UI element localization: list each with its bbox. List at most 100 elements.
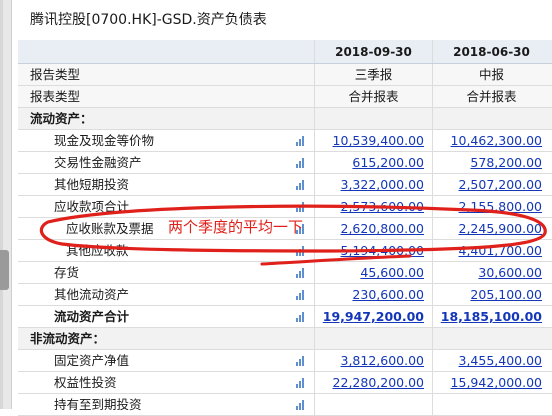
table-body: 报告类型 三季报 中报 报表类型 合并报表 合并报表 流动资产： 现金及现金等价物 10,539… — [18, 64, 552, 416]
bar-chart-icon-bar — [296, 362, 298, 366]
table-row: 固定资产净值 3,812,600.00 3,455,400.00 — [18, 350, 552, 372]
value-2018-06-30: 205,100.00 — [432, 284, 550, 305]
table-row: 应收款项合计 2,573,600.00 2,155,800.00 — [18, 196, 552, 218]
bar-chart-icon-bar — [302, 180, 304, 190]
bar-chart-icon[interactable] — [296, 180, 306, 190]
bar-chart-icon-bar — [299, 315, 301, 322]
window-title: 腾讯控股[0700.HK]-GSD.资产负债表 — [18, 0, 552, 40]
bar-chart-icon-bar — [296, 318, 298, 322]
row-label: 其他流动资产 — [54, 287, 130, 302]
bar-chart-icon-bar — [296, 208, 298, 212]
bar-chart-icon-bar — [296, 252, 298, 256]
value-2018-09-30: 45,600.00 — [314, 262, 432, 283]
value-link[interactable]: 3,322,000.00 — [341, 177, 425, 192]
value-2018-09-30: 2,620,800.00 — [314, 218, 432, 239]
table-row: 持有至到期投资 — [18, 394, 552, 416]
value-link[interactable]: 2,573,600.00 — [341, 199, 425, 214]
value-link[interactable]: 2,620,800.00 — [341, 221, 425, 236]
table-row: 交易性金融资产 615,200.00 578,200.00 — [18, 152, 552, 174]
row-label: 其他短期投资 — [54, 177, 130, 192]
bar-chart-icon-bar — [299, 161, 301, 168]
row-label: 固定资产净值 — [54, 353, 130, 368]
bar-chart-icon-bar — [296, 406, 298, 410]
value-2018-06-30: 578,200.00 — [432, 152, 550, 173]
value-link[interactable]: 5,194,400.00 — [341, 243, 425, 258]
table-header-row: 2018-09-30 2018-06-30 — [18, 40, 552, 64]
bar-chart-icon[interactable] — [296, 246, 306, 256]
value-link[interactable]: 30,600.00 — [478, 265, 542, 280]
bar-chart-icon-bar — [302, 136, 304, 146]
row-label: 交易性金融资产 — [54, 155, 142, 170]
value-link[interactable]: 4,401,700.00 — [459, 243, 543, 258]
table-row: 权益性投资 22,280,200.00 15,942,000.00 — [18, 372, 552, 394]
bar-chart-icon-bar — [299, 381, 301, 388]
row-label: 应收款项合计 — [54, 199, 130, 214]
row-label: 其他应收款 — [66, 243, 129, 258]
value-2018-06-30 — [432, 328, 550, 349]
table-row: 其他应收款 5,194,400.00 4,401,700.00 — [18, 240, 552, 262]
table-row: 非流动资产： — [18, 328, 552, 350]
table-row: 报表类型 合并报表 合并报表 — [18, 86, 552, 108]
value-link[interactable]: 18,185,100.00 — [441, 309, 542, 324]
panel-collapse-handle[interactable] — [0, 250, 9, 290]
row-label: 存货 — [54, 265, 80, 280]
bar-chart-icon-bar — [302, 268, 304, 278]
value-2018-09-30: 10,539,400.00 — [314, 130, 432, 151]
bar-chart-icon-bar — [299, 249, 301, 256]
bar-chart-icon[interactable] — [296, 290, 306, 300]
value-link[interactable]: 205,100.00 — [470, 287, 542, 302]
bar-chart-icon[interactable] — [296, 268, 306, 278]
bar-chart-icon-bar — [296, 164, 298, 168]
value-link[interactable]: 615,200.00 — [352, 155, 424, 170]
bar-chart-icon-bar — [299, 359, 301, 366]
table-row: 其他短期投资 3,322,000.00 2,507,200.00 — [18, 174, 552, 196]
value-2018-06-30: 30,600.00 — [432, 262, 550, 283]
bar-chart-icon[interactable] — [296, 136, 306, 146]
value-link[interactable]: 15,942,000.00 — [451, 375, 542, 390]
value-link[interactable]: 2,155,800.00 — [459, 199, 543, 214]
row-label: 权益性投资 — [54, 375, 117, 390]
value-link[interactable]: 45,600.00 — [360, 265, 424, 280]
value-link[interactable]: 230,600.00 — [352, 287, 424, 302]
value-2018-06-30: 2,507,200.00 — [432, 174, 550, 195]
row-label: 报表类型 — [30, 89, 81, 104]
table-row: 现金及现金等价物 10,539,400.00 10,462,300.00 — [18, 130, 552, 152]
bar-chart-icon-bar — [296, 384, 298, 388]
row-label: 现金及现金等价物 — [54, 133, 155, 148]
value-2018-09-30 — [314, 108, 432, 129]
value-2018-06-30: 3,455,400.00 — [432, 350, 550, 371]
bar-chart-icon-bar — [299, 293, 301, 300]
bar-chart-icon[interactable] — [296, 158, 306, 168]
bar-chart-icon[interactable] — [296, 356, 306, 366]
value-link[interactable]: 22,280,200.00 — [333, 375, 424, 390]
value-2018-09-30 — [314, 328, 432, 349]
bar-chart-icon-bar — [302, 356, 304, 366]
value-link[interactable]: 10,539,400.00 — [333, 133, 424, 148]
value-link[interactable]: 19,947,200.00 — [323, 309, 424, 324]
column-header-2018-09-30[interactable]: 2018-09-30 — [314, 40, 432, 63]
table-row: 存货 45,600.00 30,600.00 — [18, 262, 552, 284]
value-link[interactable]: 2,245,900.00 — [459, 221, 543, 236]
bar-chart-icon[interactable] — [296, 312, 306, 322]
value-link[interactable]: 10,462,300.00 — [451, 133, 542, 148]
value-link[interactable]: 2,507,200.00 — [459, 177, 543, 192]
value-link[interactable]: 3,812,600.00 — [341, 353, 425, 368]
row-label: 应收账款及票据 — [66, 221, 154, 236]
value-link[interactable]: 578,200.00 — [470, 155, 542, 170]
value-2018-06-30: 10,462,300.00 — [432, 130, 550, 151]
value-text: 三季报 — [354, 67, 393, 82]
value-2018-06-30 — [432, 108, 550, 129]
bar-chart-icon-bar — [296, 296, 298, 300]
bar-chart-icon[interactable] — [296, 378, 306, 388]
value-2018-06-30: 2,155,800.00 — [432, 196, 550, 217]
row-label: 非流动资产： — [30, 331, 106, 346]
value-2018-06-30: 4,401,700.00 — [432, 240, 550, 261]
bar-chart-icon[interactable] — [296, 202, 306, 212]
column-header-2018-06-30[interactable]: 2018-06-30 — [432, 40, 550, 63]
bar-chart-icon-bar — [302, 312, 304, 322]
value-2018-06-30: 合并报表 — [432, 86, 550, 107]
bar-chart-icon-bar — [302, 290, 304, 300]
value-2018-06-30: 15,942,000.00 — [432, 372, 550, 393]
value-link[interactable]: 3,455,400.00 — [459, 353, 543, 368]
value-2018-09-30: 22,280,200.00 — [314, 372, 432, 393]
